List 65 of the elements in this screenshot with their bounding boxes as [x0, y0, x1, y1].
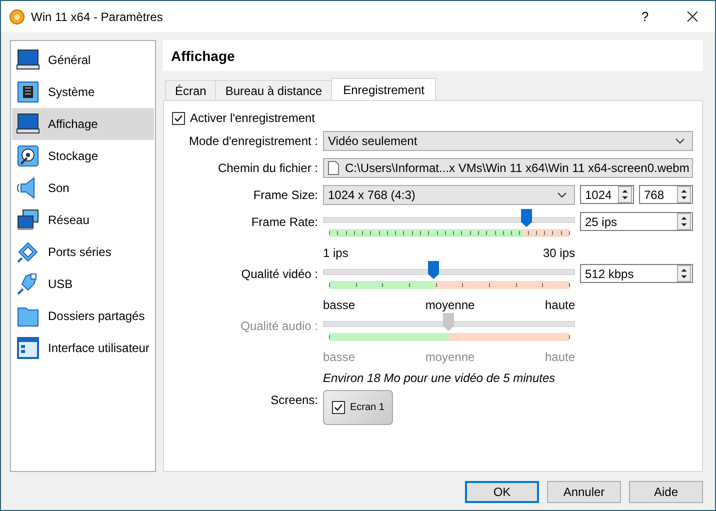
sidebar-item[interactable]: Interface utilisateur: [12, 332, 154, 364]
spin-arrows-icon: [618, 186, 632, 203]
slider-track[interactable]: [323, 313, 575, 331]
window-icon: [16, 336, 40, 360]
dialog-button[interactable]: OK: [465, 481, 539, 503]
slider-track[interactable]: [323, 209, 575, 227]
sidebar-item[interactable]: Stockage: [12, 140, 154, 172]
help-button[interactable]: ?: [621, 9, 669, 24]
sidebar-item[interactable]: Son: [12, 172, 154, 204]
field-label: Qualité audio :: [240, 318, 318, 335]
monitor-icon: [16, 48, 40, 72]
scale-label: basse: [323, 350, 356, 364]
dialog-button[interactable]: Aide: [629, 481, 703, 503]
tab[interactable]: Enregistrement: [331, 78, 436, 100]
field-label: Frame Size:: [252, 187, 318, 204]
mode-dropdown[interactable]: Vidéo seulement: [323, 131, 693, 151]
scale-label: 1 ips: [323, 246, 348, 260]
sidebar-item[interactable]: USB: [12, 268, 154, 300]
caret-icon: [557, 192, 567, 198]
serial-port-icon: [16, 240, 40, 264]
tab[interactable]: Écran: [165, 80, 216, 100]
sidebar-item[interactable]: Général: [12, 44, 154, 76]
close-icon[interactable]: [686, 11, 698, 22]
slider-thumb[interactable]: [521, 209, 532, 227]
sidebar-item[interactable]: Affichage: [12, 108, 154, 140]
checkbox[interactable]: [172, 112, 185, 124]
field-label: Frame Rate:: [250, 214, 318, 231]
slider-thumb[interactable]: [428, 261, 439, 279]
checkbox-label: Activer l'enregistrement: [190, 111, 316, 125]
file-icon: [328, 161, 339, 175]
monitor-icon: [16, 112, 40, 136]
network-icon: [16, 208, 40, 232]
sidebar-item[interactable]: Ports séries: [12, 236, 154, 268]
spin-box[interactable]: 25 ips: [580, 212, 693, 231]
spin-arrows-icon: [677, 265, 691, 282]
spin-box[interactable]: 512 kbps: [580, 264, 693, 283]
sidebar-item[interactable]: Dossiers partagés: [12, 300, 154, 332]
field-label: Chemin du fichier :: [216, 160, 318, 177]
page-title: Affichage: [163, 40, 703, 71]
scale-label: basse: [323, 298, 356, 312]
scale-label: haute: [544, 350, 575, 364]
spin-box[interactable]: 1024: [580, 185, 634, 204]
frame-size-dropdown[interactable]: 1024 x 768 (4:3): [323, 185, 575, 205]
scale-label: 30 ips: [542, 246, 575, 260]
app-logo-icon: [9, 8, 25, 24]
window-title: Win 11 x64 - Paramètres: [31, 10, 164, 24]
size-estimate: Environ 18 Mo pour une vidéo de 5 minutes: [323, 371, 556, 385]
sidebar-item[interactable]: Système: [12, 76, 154, 108]
field-label: Screens:: [270, 392, 318, 409]
dialog-button[interactable]: Annuler: [547, 481, 621, 503]
scale-label: moyenne: [425, 350, 475, 364]
spin-arrows-icon: [677, 186, 691, 203]
screen-toggle[interactable]: Ecran 1: [323, 390, 393, 425]
chip-icon: [16, 80, 40, 104]
caret-icon: [675, 138, 685, 144]
file-path-dropdown[interactable]: C:\Users\Informat...x VMs\Win 11 x64\Win 11 x64-screen0.webm: [323, 158, 693, 178]
spin-box[interactable]: 768: [639, 185, 693, 204]
field-label: Qualité vidéo :: [240, 266, 318, 283]
slider-track[interactable]: [323, 261, 575, 279]
checkbox[interactable]: [332, 401, 345, 414]
scale-label: haute: [544, 298, 575, 312]
scale-label: moyenne: [425, 298, 475, 312]
field-label: Mode d'enregistrement :: [188, 133, 318, 150]
spin-arrows-icon: [677, 213, 691, 230]
sidebar-item[interactable]: Réseau: [12, 204, 154, 236]
